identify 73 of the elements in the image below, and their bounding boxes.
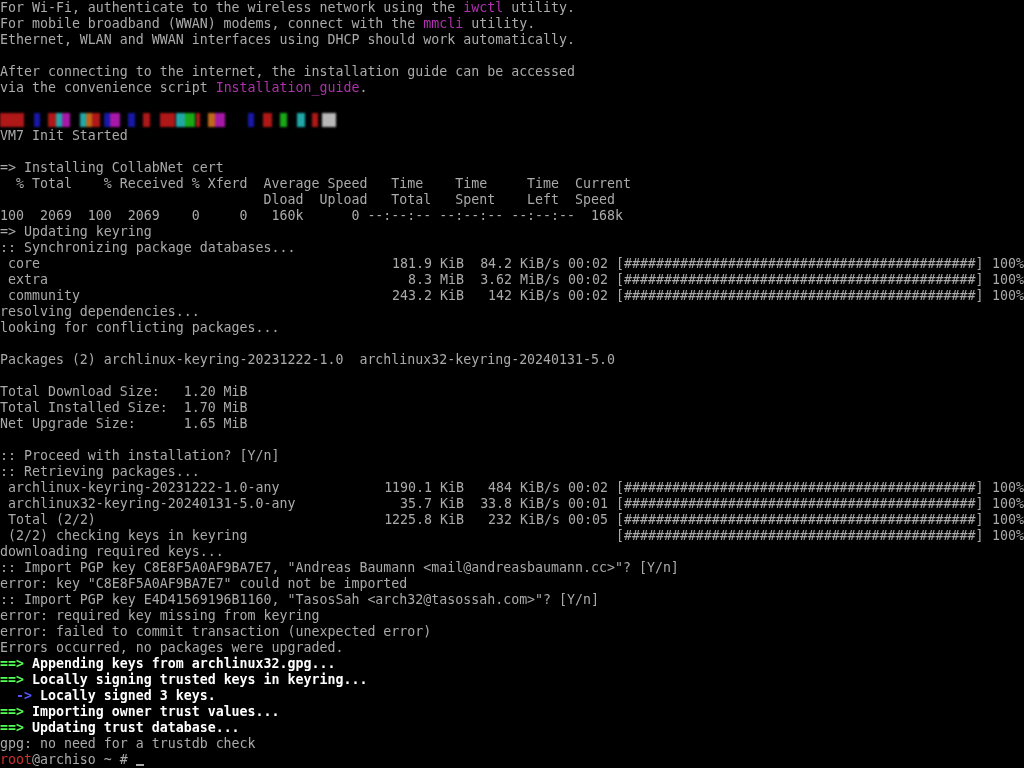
percent-label: 100% [992,528,1024,544]
terminal-line: error: key "C8E8F5A0AF9BA7E7" could not be imported [0,576,409,592]
transfer-speed: 142 KiB/s [488,288,560,303]
elapsed-time: 00:02 [568,480,608,495]
elapsed-time: 00:02 [568,288,608,303]
progress-text: [############################################] [616,272,984,288]
terminal-line: :: Import PGP key C8E8F5A0AF9BA7E7, "Andreas Baumann <mail@andreasbaumann.cc>"? [Y/n] [0,560,680,576]
terminal-line: Packages (2) archlinux-keyring-20231222-1.0 archlinux32-keyring-20240131-5.0 [0,352,616,368]
download-size: 35.7 KiB [400,496,464,511]
percent-label: 100% [992,288,1024,304]
terminal-line: gpg: no need for a trustdb check [0,736,257,752]
terminal-line: :: Retrieving packages... [0,464,201,480]
download-size: 1190.1 KiB [384,480,464,495]
percent-label: 100% [992,512,1024,528]
progress-text: [############################################] [616,288,984,304]
download-size: 181.9 KiB [392,256,464,271]
progress-text: [############################################] [616,496,984,512]
package-name: community [7,288,80,304]
transfer-speed: 3.62 MiB/s [480,272,560,287]
progress-text: [############################################] [616,512,984,528]
terminal-line: via the convenience script Installation_guide. [0,80,369,96]
elapsed-time: 00:01 [568,496,608,511]
percent-label: 100% [992,480,1024,496]
terminal-line: For mobile broadband (WWAN) modems, connect with the mmcli utility. [0,16,537,32]
terminal-line: Net Upgrade Size: 1.65 MiB [0,416,249,432]
package-name: core [7,256,40,272]
terminal-line: For Wi-Fi, authenticate to the wireless network using the iwctl utility. [0,0,577,16]
terminal-line: resolving dependencies... [0,304,201,320]
download-size: 1225.8 KiB [384,512,464,527]
elapsed-time: 00:02 [568,256,608,271]
terminal-line: ==> Updating trust database... [0,720,241,736]
terminal-line: Dload Upload Total Spent Left Speed [262,192,616,208]
elapsed-time: 00:05 [568,512,608,527]
terminal-line: error: required key missing from keyring [0,608,321,624]
terminal-line: error: failed to commit transaction (unexpected error) [0,624,433,640]
package-name: (2/2) checking keys in keyring [7,528,248,544]
terminal-line: Errors occurred, no packages were upgraded. [0,640,345,656]
terminal-line: ==> Appending keys from archlinux32.gpg... [0,656,337,672]
terminal-line: Total Installed Size: 1.70 MiB [0,400,249,416]
terminal-line: downloading required keys... [0,544,225,560]
terminal-line: looking for conflicting packages... [0,320,281,336]
terminal-line: ==> Locally signing trusted keys in keyring... [0,672,369,688]
terminal-line: 100 2069 100 2069 0 0 160k 0 --:--:-- --:--:-- --:--:-- 168k [0,208,624,224]
terminal-line: => Updating keyring [0,224,153,240]
download-size: 8.3 MiB [408,272,464,287]
terminal-line: VM7 Init Started [0,128,129,144]
terminal-line: :: Import PGP key E4D41569196B1160, "TasosSah <arch32@tasossah.com>"? [Y/n] [0,592,600,608]
terminal-line: Ethernet, WLAN and WWAN interfaces using DHCP should work automatically. [0,32,577,48]
transfer-speed: 84.2 KiB/s [480,256,560,271]
package-name: Total (2/2) [7,512,96,528]
terminal-line: Total Download Size: 1.20 MiB [0,384,249,400]
percent-label: 100% [992,496,1024,512]
package-name: archlinux32-keyring-20240131-5.0-any [7,496,296,512]
terminal-line: -> Locally signed 3 keys. [14,688,217,704]
package-name: extra [7,272,48,288]
package-name: archlinux-keyring-20231222-1.0-any [7,480,280,496]
percent-label: 100% [992,272,1024,288]
terminal-line: ==> Importing owner trust values... [0,704,281,720]
progress-text: [############################################] [616,528,984,544]
terminal-line: :: Synchronizing package databases... [0,240,297,256]
transfer-speed: 484 KiB/s [488,480,560,495]
download-size: 243.2 KiB [392,288,464,303]
terminal-line: % Total % Received % Xferd Average Speed Time Time Time Current [14,176,632,192]
shell-prompt: root@archiso ~ # [0,752,128,768]
progress-text: [############################################] [616,480,984,496]
terminal-line: :: Proceed with installation? [Y/n] [0,448,281,464]
percent-label: 100% [992,256,1024,272]
terminal-line: After connecting to the internet, the installation guide can be accessed [0,64,577,80]
transfer-speed: 232 KiB/s [488,512,560,527]
elapsed-time: 00:02 [568,272,608,287]
transfer-speed: 33.8 KiB/s [480,496,560,511]
progress-text: [############################################] [616,256,984,272]
terminal-line: => Installing CollabNet cert [0,160,225,176]
